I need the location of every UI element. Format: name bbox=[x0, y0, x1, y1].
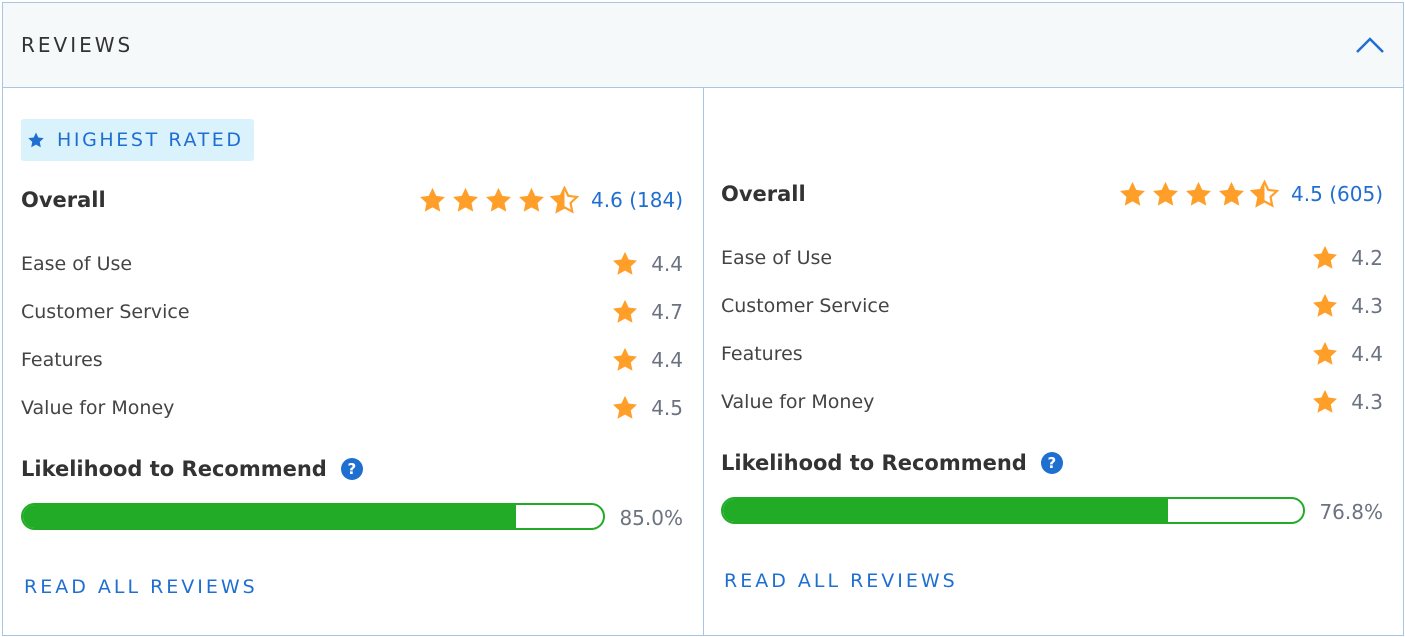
star-icon bbox=[1312, 293, 1338, 317]
likelihood-progress-fill bbox=[23, 505, 516, 528]
criteria-row: Customer Service 4.7 bbox=[21, 298, 683, 325]
overall-label: Overall bbox=[21, 188, 106, 212]
star-icon bbox=[1312, 341, 1338, 365]
overall-rating: Overall 4.6 (184) bbox=[21, 186, 683, 214]
likelihood-progress-fill bbox=[723, 499, 1169, 522]
criteria-label: Value for Money bbox=[721, 390, 875, 413]
criteria-value: 4.4 bbox=[651, 251, 683, 276]
overall-score-link[interactable]: 4.5 (605) bbox=[1291, 182, 1383, 206]
star-icon bbox=[1312, 245, 1338, 269]
criteria-label: Customer Service bbox=[721, 294, 890, 317]
reviews-header[interactable]: REVIEWS bbox=[3, 3, 1403, 88]
overall-score-link[interactable]: 4.6 (184) bbox=[591, 188, 683, 212]
criteria-row: Customer Service 4.3 bbox=[721, 292, 1383, 319]
likelihood-progress-bar bbox=[721, 497, 1305, 524]
star-icon bbox=[612, 251, 638, 275]
star-icon bbox=[612, 347, 638, 371]
star-icon bbox=[28, 132, 44, 148]
star-full-icon bbox=[1186, 181, 1211, 206]
criteria-row: Value for Money 4.5 bbox=[21, 394, 683, 421]
read-all-reviews-link[interactable]: READ ALL REVIEWS bbox=[24, 576, 258, 598]
overall-rating: Overall 4.5 (605) bbox=[721, 180, 1383, 208]
star-full-icon bbox=[1120, 181, 1145, 206]
likelihood-percent: 85.0% bbox=[619, 506, 683, 530]
highest-rated-badge: HIGHEST RATED bbox=[21, 119, 254, 161]
criteria-row: Value for Money 4.3 bbox=[721, 388, 1383, 415]
star-full-icon bbox=[486, 187, 511, 212]
review-column-2: Overall 4.5 (605) Ease of Use 4.2 Customer S… bbox=[703, 88, 1403, 635]
criteria-value: 4.5 bbox=[651, 395, 683, 420]
star-full-icon bbox=[420, 187, 445, 212]
star-half-icon bbox=[550, 186, 580, 214]
criteria-value: 4.2 bbox=[1351, 245, 1383, 270]
overall-stars bbox=[1118, 180, 1280, 208]
criteria-row: Features 4.4 bbox=[721, 340, 1383, 367]
criteria-value: 4.4 bbox=[651, 347, 683, 372]
star-full-icon bbox=[1153, 181, 1178, 206]
criteria-label: Ease of Use bbox=[721, 246, 833, 269]
criteria-value: 4.7 bbox=[651, 299, 683, 324]
star-icon bbox=[1312, 389, 1338, 413]
criteria-value: 4.3 bbox=[1351, 293, 1383, 318]
criteria-value: 4.4 bbox=[1351, 341, 1383, 366]
criteria-row: Ease of Use 4.4 bbox=[21, 250, 683, 277]
question-icon[interactable]: ? bbox=[340, 458, 363, 480]
badge-label: HIGHEST RATED bbox=[57, 129, 244, 151]
read-all-reviews-link[interactable]: READ ALL REVIEWS bbox=[724, 570, 958, 592]
likelihood-label: Likelihood to Recommend bbox=[21, 457, 327, 481]
criteria-label: Customer Service bbox=[21, 300, 190, 323]
star-icon bbox=[612, 299, 638, 323]
criteria-label: Ease of Use bbox=[21, 252, 133, 275]
overall-label: Overall bbox=[721, 182, 806, 206]
chevron-up-icon[interactable] bbox=[1355, 35, 1385, 55]
star-icon bbox=[612, 395, 638, 419]
likelihood-heading: Likelihood to Recommend? bbox=[721, 451, 1063, 475]
question-icon[interactable]: ? bbox=[1040, 452, 1063, 474]
criteria-row: Ease of Use 4.2 bbox=[721, 244, 1383, 271]
review-column-1: HIGHEST RATED Overall 4.6 (184) Ease of Use… bbox=[3, 88, 704, 635]
reviews-panel: REVIEWS HIGHEST RATED Overall 4.6 (184) Eas… bbox=[2, 2, 1404, 636]
section-title: REVIEWS bbox=[21, 33, 134, 57]
criteria-value: 4.3 bbox=[1351, 389, 1383, 414]
star-full-icon bbox=[519, 187, 544, 212]
criteria-label: Features bbox=[21, 348, 103, 371]
likelihood-heading: Likelihood to Recommend? bbox=[21, 457, 363, 481]
criteria-label: Features bbox=[721, 342, 803, 365]
likelihood-percent: 76.8% bbox=[1319, 500, 1383, 524]
likelihood-progress-bar bbox=[21, 503, 605, 530]
criteria-row: Features 4.4 bbox=[21, 346, 683, 373]
star-half-icon bbox=[1250, 180, 1280, 208]
likelihood-label: Likelihood to Recommend bbox=[721, 451, 1027, 475]
criteria-label: Value for Money bbox=[21, 396, 175, 419]
overall-stars bbox=[418, 186, 580, 214]
star-full-icon bbox=[1219, 181, 1244, 206]
star-full-icon bbox=[453, 187, 478, 212]
